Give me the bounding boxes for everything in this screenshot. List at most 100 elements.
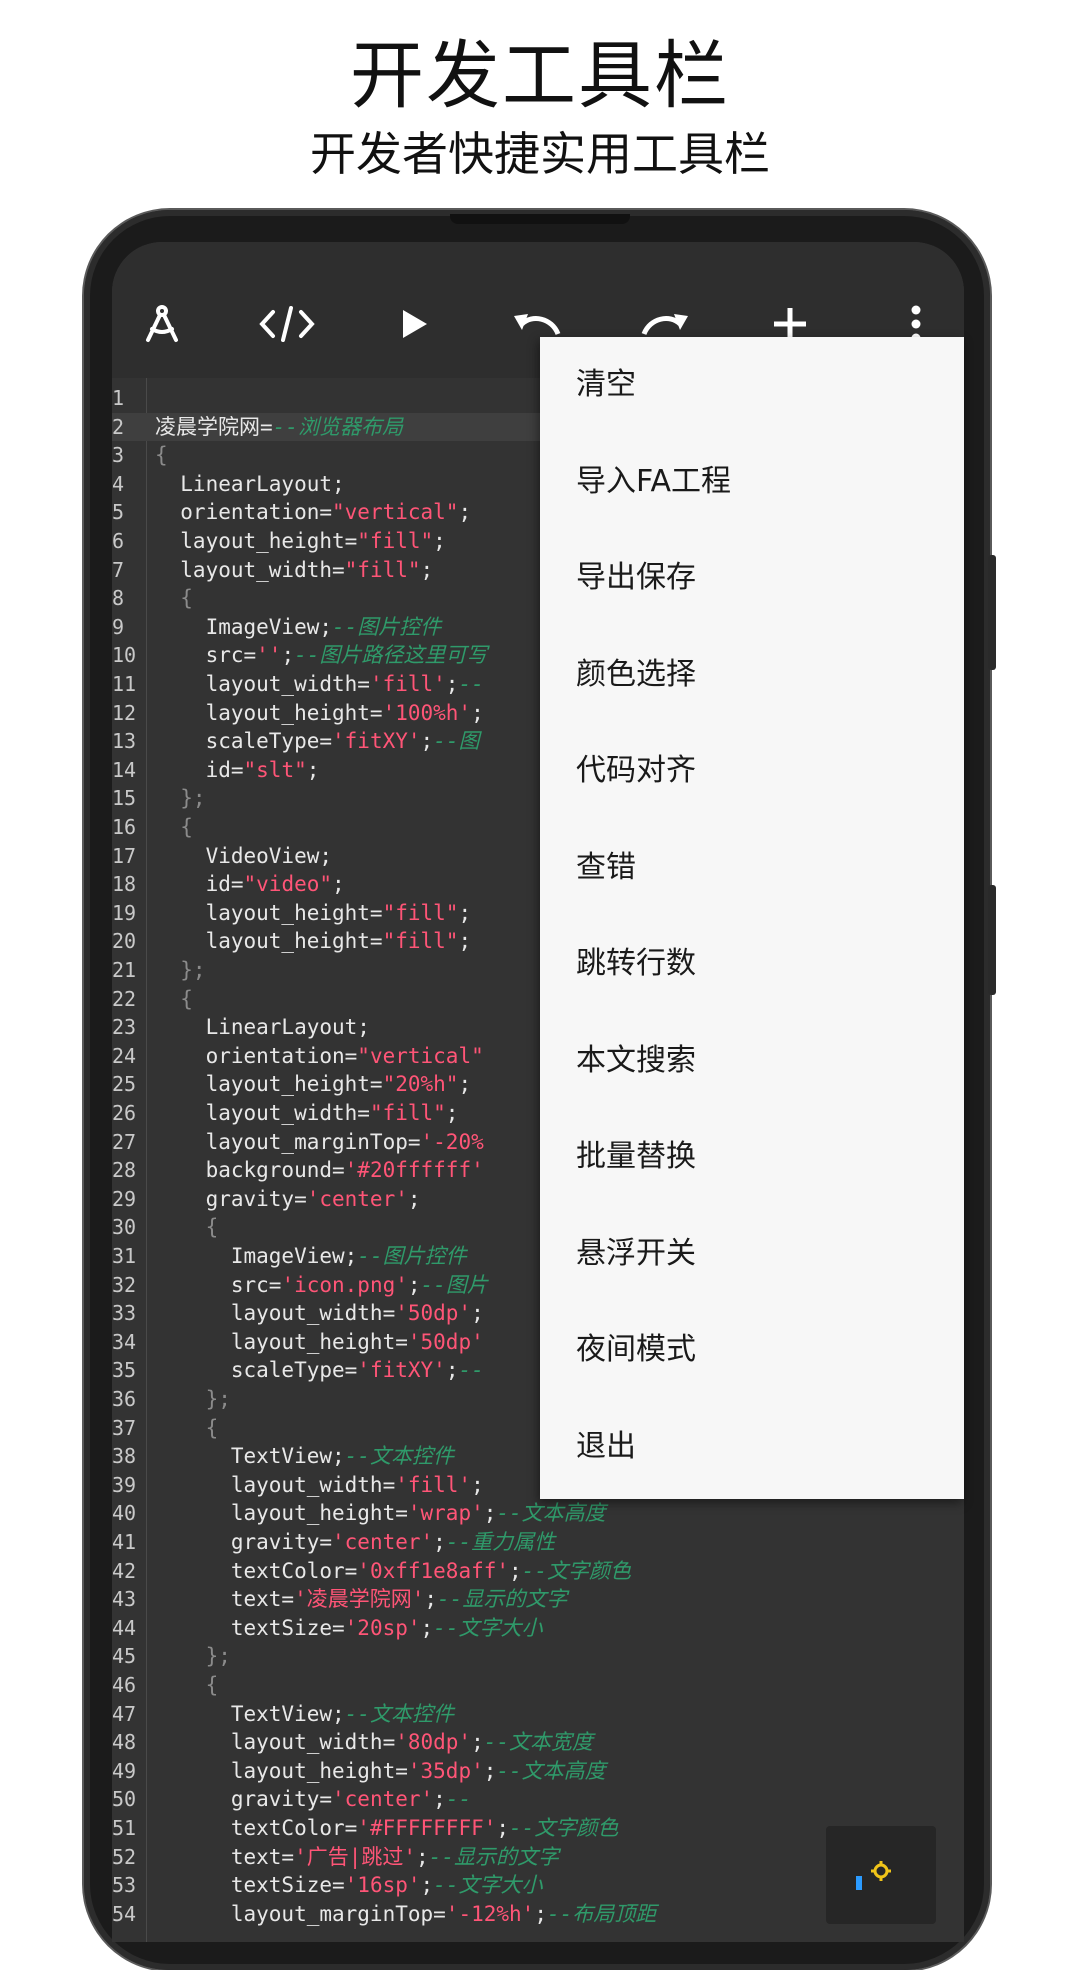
code-token: textSize=: [155, 1873, 345, 1898]
code-line[interactable]: 44 textSize='20sp';--文字大小: [112, 1614, 964, 1643]
code-line[interactable]: 48 layout_width='80dp';--文本宽度: [112, 1728, 964, 1757]
menu-item-night-mode[interactable]: 夜间模式: [540, 1302, 964, 1398]
code-text: LinearLayout;: [155, 1013, 370, 1042]
code-token: ;: [433, 529, 446, 553]
code-line[interactable]: 47 TextView;--文本控件: [112, 1700, 964, 1729]
line-number: 38: [112, 1444, 137, 1469]
code-token: textSize=: [155, 1615, 345, 1640]
code-line[interactable]: 46 {: [112, 1671, 964, 1700]
code-token: '50dp': [395, 1301, 472, 1326]
code-token: };: [155, 958, 206, 982]
menu-item-export-save[interactable]: 导出保存: [540, 530, 964, 626]
line-number: 52: [112, 1844, 137, 1869]
code-text: text='凌晨学院网';--显示的文字: [155, 1585, 567, 1614]
code-line[interactable]: 40 layout_height='wrap';--文本高度: [112, 1499, 964, 1528]
code-token: '': [256, 643, 282, 668]
code-token: text=: [155, 1587, 295, 1612]
code-token: "fill": [382, 929, 459, 954]
code-token: gravity=: [155, 1530, 333, 1554]
code-token: ;: [306, 757, 320, 782]
code-text: src='';--图片路径这里可写: [155, 641, 488, 670]
code-token: '20sp': [344, 1615, 421, 1640]
code-text: TextView;--文本控件: [155, 1700, 454, 1729]
code-token: "video": [243, 872, 333, 897]
line-number: 49: [112, 1758, 137, 1783]
play-icon[interactable]: [377, 288, 449, 360]
code-text: };: [155, 956, 206, 985]
code-token: 凌晨学院网=: [155, 414, 273, 439]
menu-item-import-fa[interactable]: 导入FA工程: [540, 434, 964, 530]
code-token: {: [155, 443, 168, 468]
code-text: layout_height='35dp';--文本高度: [155, 1757, 606, 1786]
menu-item-exit[interactable]: 退出: [540, 1399, 964, 1495]
code-text: textColor='0xff1e8aff';--文字颜色: [155, 1557, 631, 1586]
promo-subtitle: 开发者快捷实用工具栏: [310, 127, 770, 181]
code-token: '100%h': [382, 700, 472, 725]
code-text: textSize='16sp';--文字大小: [155, 1871, 543, 1900]
line-number: 54: [112, 1901, 137, 1926]
indicator-bar-icon: [856, 1876, 862, 1890]
code-token: layout_height=: [155, 1501, 408, 1526]
line-number: 15: [112, 786, 137, 811]
menu-item-clear[interactable]: 清空: [540, 337, 964, 433]
code-text: layout_width='fill';: [155, 1471, 484, 1500]
menu-item-goto-line[interactable]: 跳转行数: [540, 916, 964, 1012]
code-text: {: [155, 1414, 219, 1443]
compass-icon[interactable]: [126, 288, 198, 360]
menu-item-batch-replace[interactable]: 批量替换: [540, 1109, 964, 1205]
line-number: 2: [112, 414, 125, 439]
code-token: ImageView;: [155, 614, 333, 639]
code-token: ;: [416, 1844, 429, 1869]
code-token: --文本高度: [496, 1758, 606, 1783]
code-line[interactable]: 41 gravity='center';--重力属性: [112, 1528, 964, 1557]
line-number: 41: [112, 1530, 137, 1554]
code-token: --文字大小: [433, 1873, 543, 1898]
menu-item-code-align[interactable]: 代码对齐: [540, 723, 964, 819]
menu-item-check-errors[interactable]: 查错: [540, 820, 964, 916]
code-token: scaleType=: [155, 729, 333, 754]
code-token: layout_height=: [155, 900, 383, 925]
menu-item-color-picker[interactable]: 颜色选择: [540, 627, 964, 723]
code-token: "fill": [382, 900, 459, 925]
line-number: 43: [112, 1587, 137, 1612]
code-text: TextView;--文本控件: [155, 1442, 454, 1471]
code-text: {: [155, 1213, 219, 1242]
code-line[interactable]: 50 gravity='center';--: [112, 1785, 964, 1814]
code-token: textColor=: [155, 1816, 358, 1840]
line-number: 44: [112, 1615, 137, 1640]
code-token: 'center': [332, 1787, 434, 1812]
code-token: '35dp': [407, 1758, 484, 1783]
line-number: 46: [112, 1673, 137, 1697]
code-icon[interactable]: [251, 288, 323, 360]
code-token: ;: [496, 1816, 510, 1840]
code-token: TextView;: [155, 1701, 345, 1726]
code-line[interactable]: 49 layout_height='35dp';--文本高度: [112, 1757, 964, 1786]
power-button: [988, 885, 996, 995]
code-line[interactable]: 45 };: [112, 1642, 964, 1671]
code-token: --图片: [420, 1272, 488, 1297]
line-number: 13: [112, 729, 137, 754]
code-token: '50dp': [407, 1329, 484, 1354]
code-token: ;: [471, 700, 484, 725]
code-token: orientation=: [155, 1043, 358, 1068]
code-text: src='icon.png';--图片: [155, 1271, 488, 1300]
code-line[interactable]: 42 textColor='0xff1e8aff';--文字颜色: [112, 1557, 964, 1586]
code-token: --文本高度: [496, 1501, 606, 1526]
code-token: --文字颜色: [509, 1816, 619, 1840]
code-token: '0xff1e8aff': [357, 1558, 510, 1583]
code-text: layout_width='fill';--: [155, 670, 484, 699]
code-token: '80dp': [395, 1730, 472, 1755]
code-token: id=: [155, 757, 244, 782]
code-token: textColor=: [155, 1558, 358, 1583]
floating-tool-button[interactable]: [826, 1826, 936, 1924]
code-token: --文本控件: [344, 1444, 454, 1469]
code-token: ;: [534, 1901, 547, 1926]
menu-item-text-search[interactable]: 本文搜索: [540, 1013, 964, 1109]
code-token: "vertical": [332, 500, 459, 525]
code-token: LinearLayout;: [155, 1015, 370, 1040]
code-line[interactable]: 43 text='凌晨学院网';--显示的文字: [112, 1585, 964, 1614]
code-token: {: [155, 1415, 219, 1440]
code-token: layout_height=: [155, 700, 383, 725]
menu-item-float-toggle[interactable]: 悬浮开关: [540, 1206, 964, 1302]
code-token: gravity=: [155, 1186, 307, 1211]
